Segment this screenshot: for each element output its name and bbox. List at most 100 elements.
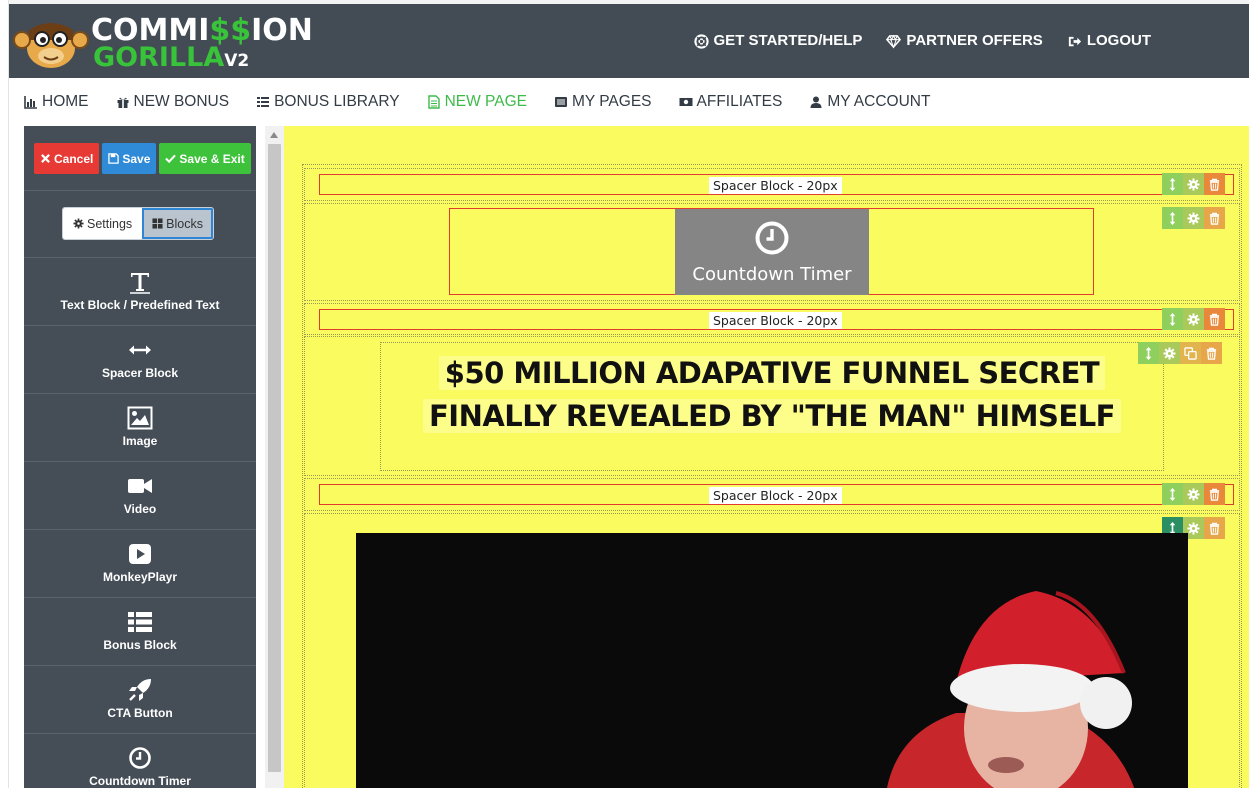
settings-button[interactable] (1183, 308, 1204, 330)
video-frame-person (887, 591, 1135, 788)
spacer-3-tools (1162, 483, 1225, 505)
save-and-exit-button[interactable]: Save & Exit (159, 143, 251, 174)
delete-button[interactable] (1204, 308, 1225, 330)
gear-icon (1187, 487, 1200, 501)
clock-icon (755, 221, 789, 255)
file-text-icon (427, 95, 440, 109)
delete-button[interactable] (1204, 173, 1225, 195)
block-image[interactable]: Image (24, 393, 256, 461)
trash-icon (1209, 178, 1220, 191)
list-alt-icon (554, 97, 567, 107)
arrows-v-icon (1145, 346, 1152, 360)
delete-button[interactable] (1204, 517, 1225, 539)
nav-new-page[interactable]: NEW PAGE (427, 93, 527, 111)
countdown-timer-placeholder[interactable]: Countdown Timer (675, 209, 869, 295)
block-monkeyplayr[interactable]: MonkeyPlayr (24, 529, 256, 597)
gear-icon (1187, 521, 1200, 535)
nav-my-account[interactable]: MY ACCOUNT (809, 93, 930, 111)
partner-offers-link[interactable]: PARTNER OFFERS (886, 32, 1043, 50)
spacer-block[interactable]: Spacer Block - 20px (319, 174, 1234, 195)
settings-button[interactable] (1159, 342, 1180, 364)
move-handle[interactable] (1162, 308, 1183, 330)
arrows-v-icon (1169, 487, 1176, 501)
gear-icon (1187, 312, 1200, 326)
delete-button[interactable] (1201, 342, 1222, 364)
gear-icon (1163, 346, 1176, 360)
lifebuoy-icon (693, 33, 709, 49)
spacer-block[interactable]: Spacer Block - 20px (319, 484, 1234, 505)
user-icon (810, 96, 822, 108)
gear-icon (1187, 211, 1200, 225)
move-handle[interactable] (1162, 207, 1183, 229)
scroll-up-arrow[interactable] (270, 132, 278, 138)
diamond-icon (886, 34, 902, 49)
tab-settings[interactable]: Settings (63, 208, 143, 239)
sidebar-divider (24, 190, 256, 191)
spacer-label: Spacer Block - 20px (709, 487, 842, 504)
get-started-help-link[interactable]: GET STARTED/HELP (693, 32, 862, 50)
block-text[interactable]: Text Block / Predefined Text (24, 257, 256, 325)
nav-bonus-library[interactable]: BONUS LIBRARY (256, 93, 400, 111)
spacer-block[interactable]: Spacer Block - 20px (319, 309, 1234, 330)
nav-home[interactable]: HOME (24, 93, 89, 111)
page-canvas[interactable]: Spacer Block - 20px Countdown Timer Spac… (284, 126, 1249, 788)
brand-logo[interactable]: COMMI$$ION GORILLAV2 (13, 14, 313, 73)
editor-actions: Cancel Save Save & Exit (34, 143, 251, 174)
play-icon (129, 544, 151, 564)
trash-icon (1209, 313, 1220, 326)
rocket-icon (129, 679, 151, 701)
sidebar-scrollbar[interactable] (265, 126, 284, 788)
settings-button[interactable] (1183, 173, 1204, 195)
cancel-button[interactable]: Cancel (34, 143, 100, 174)
close-icon (41, 154, 50, 163)
bar-chart-icon (24, 96, 37, 109)
duplicate-button[interactable] (1180, 342, 1201, 364)
video-camera-icon (128, 479, 152, 493)
spacer-label: Spacer Block - 20px (709, 312, 842, 329)
block-bonus[interactable]: Bonus Block (24, 597, 256, 665)
move-handle[interactable] (1162, 483, 1183, 505)
delete-button[interactable] (1204, 483, 1225, 505)
trash-icon (1209, 212, 1220, 225)
app-window: COMMI$$ION GORILLAV2 GET STARTED/HELP PA… (0, 0, 1249, 788)
block-cta-button[interactable]: CTA Button (24, 665, 256, 733)
block-spacer[interactable]: Spacer Block (24, 325, 256, 393)
logout-link[interactable]: LOGOUT (1067, 32, 1151, 50)
money-icon (679, 98, 693, 106)
settings-blocks-toggle: Settings Blocks (62, 207, 214, 240)
trash-icon (1206, 347, 1217, 360)
copy-icon (1184, 346, 1197, 360)
text-icon (130, 273, 150, 294)
save-button[interactable]: Save (102, 143, 157, 174)
gear-icon (1187, 177, 1200, 191)
arrows-v-icon (1169, 312, 1176, 326)
list-icon (257, 97, 270, 107)
nav-my-pages[interactable]: MY PAGES (554, 93, 652, 111)
trash-icon (1209, 522, 1220, 535)
settings-button[interactable] (1183, 207, 1204, 229)
spacer-label: Spacer Block - 20px (709, 177, 842, 194)
main-nav: HOME NEW BONUS BONUS LIBRARY NEW PAGE MY… (9, 78, 1249, 126)
headline-text-block[interactable]: $50 MILLION ADAPATIVE FUNNEL SECRET FINA… (380, 342, 1164, 471)
block-video[interactable]: Video (24, 461, 256, 529)
countdown-timer-block[interactable]: Countdown Timer (449, 208, 1094, 295)
gift-icon (117, 97, 128, 108)
nav-affiliates[interactable]: AFFILIATES (679, 93, 782, 111)
headline-tools (1138, 342, 1222, 364)
nav-new-bonus[interactable]: NEW BONUS (116, 93, 229, 111)
move-handle[interactable] (1162, 173, 1183, 195)
block-countdown-timer[interactable]: Countdown Timer (24, 733, 256, 788)
settings-button[interactable] (1183, 483, 1204, 505)
arrows-h-icon (129, 345, 151, 355)
delete-button[interactable] (1204, 207, 1225, 229)
headline-line-2: FINALLY REVEALED BY "THE MAN" HIMSELF (396, 399, 1148, 433)
tab-blocks[interactable]: Blocks (142, 208, 213, 239)
list-icon (128, 612, 152, 632)
window-edge (0, 0, 9, 788)
spacer-2-tools (1162, 308, 1225, 330)
clock-icon (129, 747, 151, 769)
video-player[interactable] (356, 533, 1188, 788)
scroll-thumb[interactable] (268, 144, 281, 772)
move-handle[interactable] (1138, 342, 1159, 364)
brand-line2: GORILLAV2 (93, 42, 250, 73)
